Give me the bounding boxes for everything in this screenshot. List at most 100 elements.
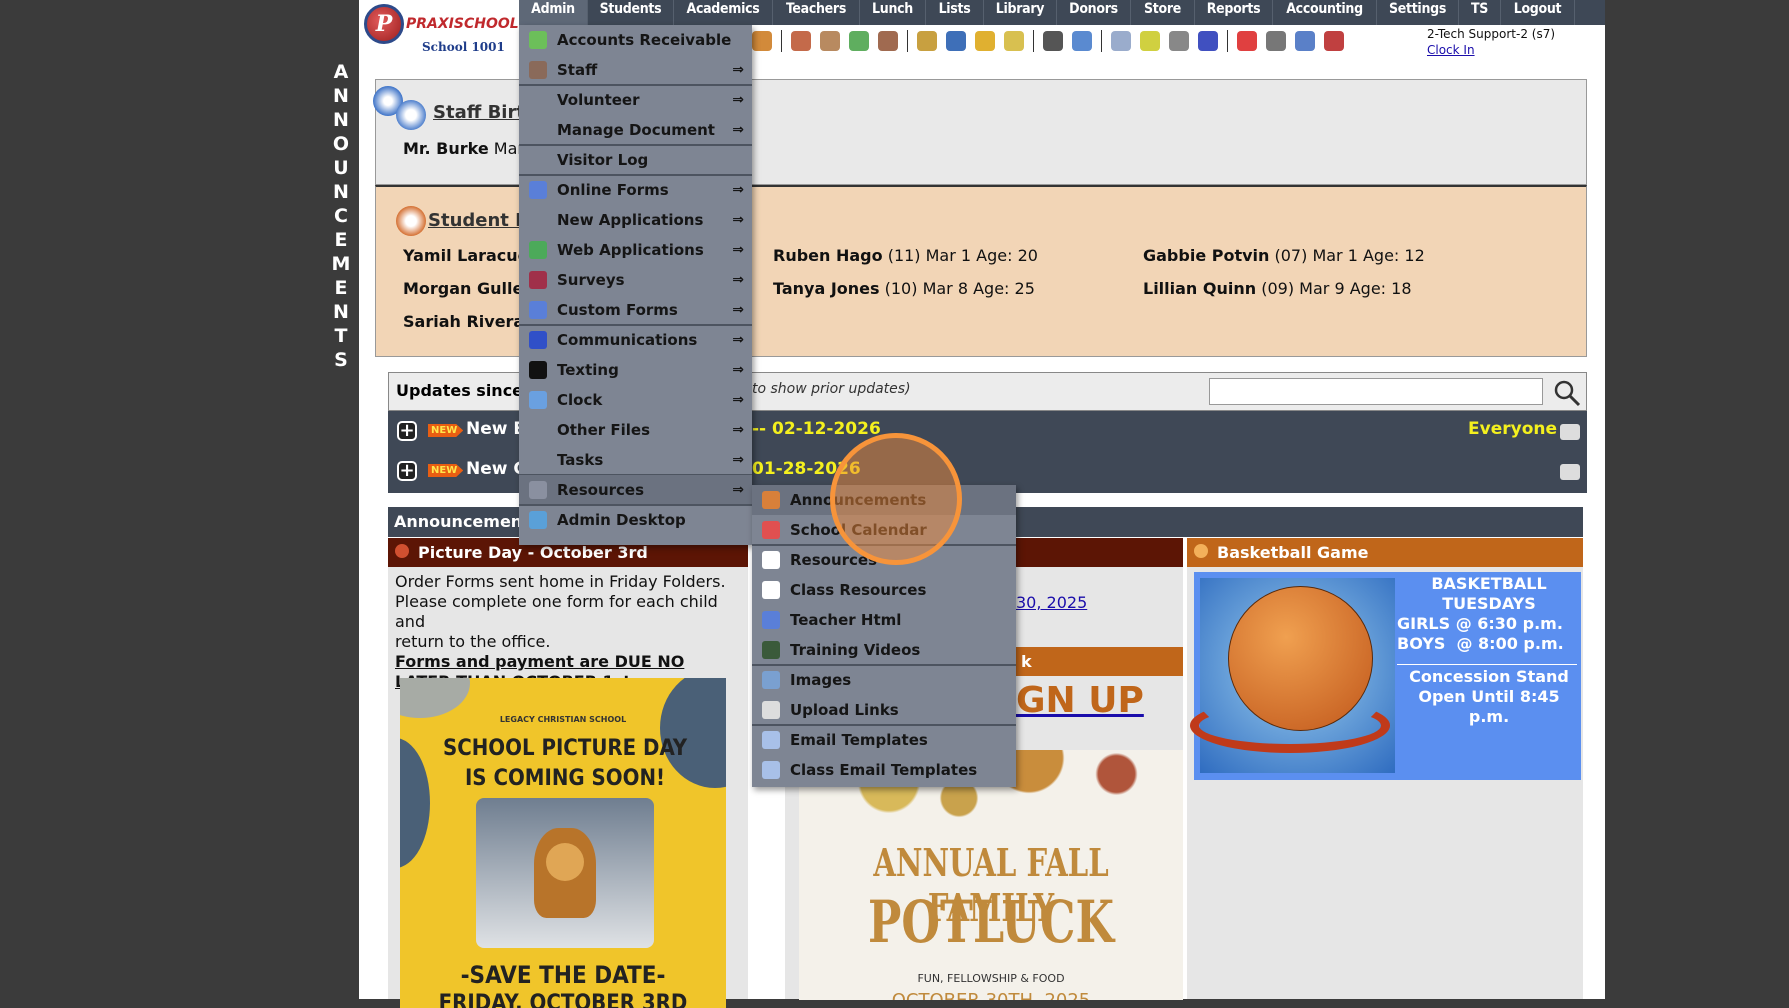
submenu-item-email-templates[interactable]: Email Templates [752, 725, 1016, 755]
menu-item-manage-document[interactable]: Manage Document ⇒ [519, 115, 752, 145]
submenu-item-teacher-html[interactable]: Teacher Html [752, 605, 1016, 635]
update-title[interactable]: New E [466, 419, 525, 439]
nav-students[interactable]: Students [588, 0, 674, 25]
print-icon[interactable] [1560, 464, 1580, 480]
menu-item-clock[interactable]: Clock ⇒ [519, 385, 752, 415]
submenu-item-class-email-templates[interactable]: Class Email Templates [752, 755, 1016, 785]
user-name: 2-Tech Support-2 (s7) [1427, 27, 1556, 41]
nav-lunch[interactable]: Lunch [860, 0, 926, 25]
print-icon[interactable] [1560, 424, 1580, 440]
student-birthday-entry: Sariah Rivera [403, 312, 525, 331]
clock-in-link[interactable]: Clock In [1427, 42, 1555, 58]
expand-icon[interactable]: + [397, 421, 417, 441]
main-nav: Admin Students Academics Teachers Lunch Lists… [519, 0, 1605, 25]
submenu-arrow-icon: ⇒ [732, 182, 744, 198]
body-line: return to the office. [395, 632, 551, 651]
alarm-clock-icon[interactable] [1072, 31, 1092, 51]
forward-icon[interactable] [1004, 31, 1024, 51]
submenu-item-training-videos[interactable]: Training Videos [752, 635, 1016, 665]
toolbar-separator [1101, 30, 1102, 52]
pin-icon [395, 544, 409, 558]
menu-item-surveys[interactable]: Surveys ⇒ [519, 265, 752, 295]
menu-item-volunteer[interactable]: Volunteer ⇒ [519, 85, 752, 115]
submenu-item-images[interactable]: Images [752, 665, 1016, 695]
menu-item-visitor-log[interactable]: Visitor Log [519, 145, 752, 175]
nav-ts[interactable]: TS [1459, 0, 1501, 25]
nav-settings[interactable]: Settings [1377, 0, 1459, 25]
megaphone-icon [762, 491, 780, 509]
vertical-letter: U [333, 157, 349, 179]
email-icon [762, 731, 780, 749]
vertical-letter: C [334, 205, 348, 227]
money-icon[interactable] [849, 31, 869, 51]
nav-library[interactable]: Library [984, 0, 1057, 25]
announcement-link[interactable]: 30, 2025 [1016, 593, 1087, 612]
menu-item-label: Other Files [557, 421, 651, 439]
update-title[interactable]: New C [466, 459, 526, 479]
menu-item-label: Images [790, 671, 852, 689]
announcement-title: Basketball Game [1217, 543, 1369, 562]
staff-birthday-title[interactable]: Staff Birt [433, 102, 525, 123]
html-icon [529, 181, 547, 199]
menu-item-new-applications[interactable]: New Applications ⇒ [519, 205, 752, 235]
menu-item-label: Email Templates [790, 731, 928, 749]
table-icon[interactable] [1111, 31, 1131, 51]
printer-icon[interactable] [1169, 31, 1189, 51]
menu-item-staff[interactable]: Staff ⇒ [519, 55, 752, 85]
menu-item-label: Volunteer [557, 91, 640, 109]
praxischool-logo[interactable]: P PRAXISCHOOL School 1001 [362, 2, 519, 54]
nav-accounting[interactable]: Accounting [1273, 0, 1377, 25]
menu-item-accounts-receivable[interactable]: Accounts Receivable [519, 25, 752, 55]
menu-item-label: New Applications [557, 211, 704, 229]
submenu-item-class-resources[interactable]: Class Resources [752, 575, 1016, 605]
nav-teachers[interactable]: Teachers [773, 0, 860, 25]
person-icon [529, 61, 547, 79]
staff-icon[interactable] [820, 31, 840, 51]
menu-item-admin-desktop[interactable]: Admin Desktop [519, 505, 752, 535]
menu-item-resources[interactable]: Resources ⇒ [519, 475, 752, 505]
survey-icon [529, 271, 547, 289]
announcement-picture-day: Picture Day - October 3rd Order Forms se… [388, 538, 748, 1008]
html-icon [762, 611, 780, 629]
user-info: 2-Tech Support-2 (s7) Clock In [1427, 26, 1555, 58]
menu-item-label: Accounts Receivable [557, 31, 732, 49]
nav-academics[interactable]: Academics [674, 0, 773, 25]
updates-search-input[interactable] [1209, 378, 1543, 405]
ap-icon[interactable] [1198, 31, 1218, 51]
menu-item-custom-forms[interactable]: Custom Forms ⇒ [519, 295, 752, 325]
nav-reports[interactable]: Reports [1195, 0, 1273, 25]
nav-store[interactable]: Store [1131, 0, 1195, 25]
submenu-arrow-icon: ⇒ [732, 302, 744, 318]
vertical-letter: N [333, 85, 349, 107]
expand-icon[interactable]: + [397, 461, 417, 481]
megaphone-icon[interactable] [752, 31, 772, 51]
vertical-letter: T [334, 325, 348, 347]
nav-logout[interactable]: Logout [1501, 0, 1575, 25]
menu-item-texting[interactable]: Texting ⇒ [519, 355, 752, 385]
menu-item-other-files[interactable]: Other Files ⇒ [519, 415, 752, 445]
menu-item-web-applications[interactable]: Web Applications ⇒ [519, 235, 752, 265]
menu-item-tasks[interactable]: Tasks ⇒ [519, 445, 752, 475]
book-icon[interactable] [946, 31, 966, 51]
cash-register-icon[interactable] [1266, 31, 1286, 51]
stop-icon[interactable] [1324, 31, 1344, 51]
add-staff-icon[interactable] [791, 31, 811, 51]
parents-icon[interactable] [878, 31, 898, 51]
menu-item-online-forms[interactable]: Online Forms ⇒ [519, 175, 752, 205]
bell-icon[interactable] [975, 31, 995, 51]
pdf-icon[interactable] [1237, 31, 1257, 51]
lunch-icon[interactable] [917, 31, 937, 51]
menu-item-label: Training Videos [790, 641, 921, 659]
help-icon[interactable] [1295, 31, 1315, 51]
announcement-title: Picture Day - October 3rd [418, 543, 648, 562]
nav-admin[interactable]: Admin [519, 0, 588, 25]
person-icon[interactable] [1043, 31, 1063, 51]
menu-item-communications[interactable]: Communications ⇒ [519, 325, 752, 355]
search-icon[interactable] [1552, 378, 1582, 408]
submenu-item-upload-links[interactable]: Upload Links [752, 695, 1016, 725]
nav-donors[interactable]: Donors [1057, 0, 1131, 25]
sign-up-link[interactable]: GN UP [1016, 680, 1144, 721]
student-birthday-title[interactable]: Student B [428, 210, 529, 231]
ticket-icon[interactable] [1140, 31, 1160, 51]
nav-lists[interactable]: Lists [926, 0, 984, 25]
